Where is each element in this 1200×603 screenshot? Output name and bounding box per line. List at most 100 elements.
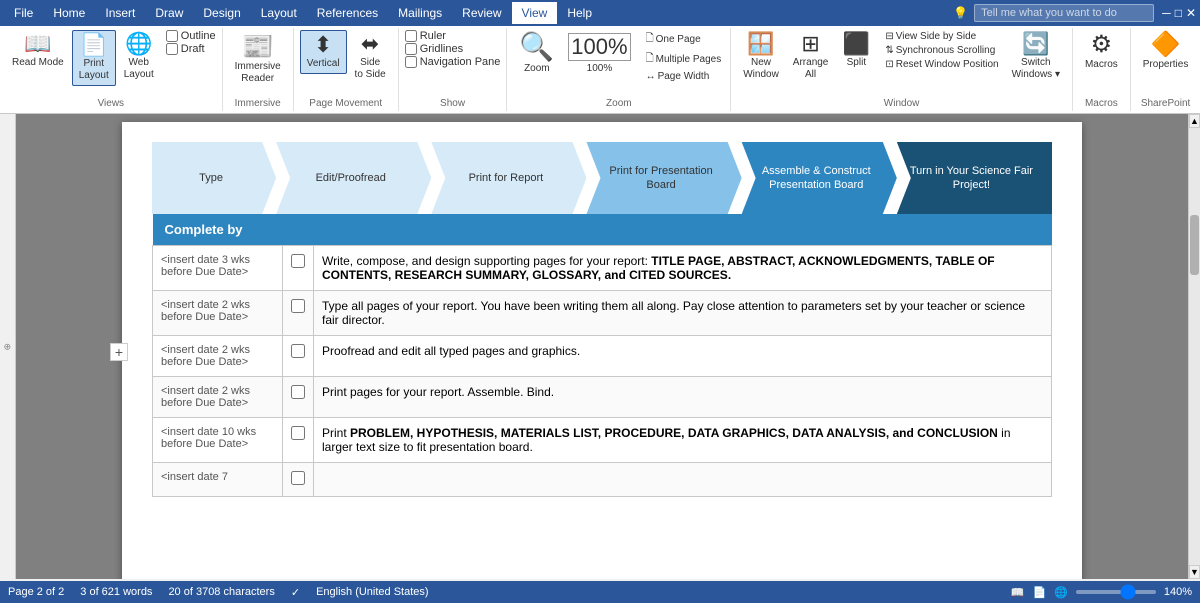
zoom-100-icon: 100% [568,33,630,61]
one-page-button[interactable]: 🗋 One Page [643,30,725,49]
checkbox-5[interactable] [291,426,305,440]
check-cell-3[interactable] [283,336,314,377]
macros-button[interactable]: ⚙ Macros [1079,30,1124,74]
tab-layout[interactable]: Layout [251,2,307,24]
zoom-slider[interactable] [1076,590,1156,594]
ribbon-group-page-movement: ⬍ Vertical ⬌ Sideto Side Page Movement [294,28,399,111]
multiple-pages-button[interactable]: 🗋 Multiple Pages [643,50,725,69]
ruler-check[interactable]: Ruler [405,30,501,42]
read-mode-button[interactable]: 📖 Read Mode [6,30,70,72]
sharepoint-group-label: SharePoint [1141,96,1190,109]
reset-window-button[interactable]: ⊡ Reset Window Position [882,58,1001,71]
print-layout-button[interactable]: 📄 PrintLayout [72,30,116,86]
restore-icon[interactable]: □ [1175,6,1182,20]
checkbox-4[interactable] [291,385,305,399]
tab-insert[interactable]: Insert [95,2,145,24]
content-cell-6 [314,463,1052,497]
ribbon-search-area: 💡 [953,4,1154,22]
draft-check[interactable]: Draft [166,43,216,55]
tab-design[interactable]: Design [193,2,250,24]
arrange-all-button[interactable]: ⊞ ArrangeAll [787,30,835,84]
navigation-pane-check[interactable]: Navigation Pane [405,56,501,68]
minimize-icon[interactable]: ─ [1162,6,1171,20]
zoom-100-button[interactable]: 100% 100% [562,30,636,78]
arrange-all-icon: ⊞ [801,33,819,55]
page-count: Page 2 of 2 [8,586,64,599]
page-width-button[interactable]: ↔ Page Width [643,70,725,83]
tab-home[interactable]: Home [43,2,95,24]
new-window-button[interactable]: 🪟 NewWindow [737,30,785,84]
check-cell-5[interactable] [283,418,314,463]
char-count: 20 of 3708 characters [168,586,274,599]
properties-icon: 🔶 [1151,33,1181,57]
scroll-track[interactable] [1189,128,1200,565]
one-page-icon: 🗋 [646,31,654,48]
side-to-side-button[interactable]: ⬌ Sideto Side [349,30,392,84]
scroll-thumb[interactable] [1190,215,1199,275]
check-cell-2[interactable] [283,291,314,336]
vertical-button[interactable]: ⬍ Vertical [300,30,347,74]
split-button[interactable]: ⬛ Split [836,30,876,72]
window-group-label: Window [884,96,920,109]
check-cell-6[interactable] [283,463,314,497]
new-window-icon: 🪟 [747,33,774,55]
immersive-reader-label: ImmersiveReader [235,61,281,85]
view-mode-web-icon[interactable]: 🌐 [1054,586,1068,599]
check-cell-1[interactable] [283,246,314,291]
web-layout-button[interactable]: 🌐 WebLayout [118,30,160,84]
switch-windows-button[interactable]: 🔄 SwitchWindows ▾ [1006,30,1066,84]
table-row: <insert date 3 wks before Due Date> Writ… [153,246,1052,291]
table-row: <insert date 7 [153,463,1052,497]
zoom-button[interactable]: 🔍 Zoom [513,30,560,78]
properties-button[interactable]: 🔶 Properties [1137,30,1195,74]
table-row: <insert date 10 wks before Due Date> Pri… [153,418,1052,463]
scroll-down-arrow[interactable]: ▼ [1189,565,1200,579]
vertical-scrollbar[interactable]: ▲ ▼ [1188,114,1200,579]
step-assemble: Assemble & Construct Presentation Board [742,142,897,214]
macros-icon: ⚙ [1091,33,1113,57]
side-by-side-icon: ⊟ [885,31,893,42]
content-cell-1: Write, compose, and design supporting pa… [314,246,1052,291]
date-cell-2: <insert date 2 wks before Due Date> [153,291,283,336]
print-layout-icon: 📄 [80,34,107,56]
table-row: <insert date 2 wks before Due Date> Type… [153,291,1052,336]
gridlines-check[interactable]: Gridlines [405,43,501,55]
tab-draw[interactable]: Draw [145,2,193,24]
add-row-button[interactable]: + [110,343,128,361]
checkbox-6[interactable] [291,471,305,485]
arrange-all-label: ArrangeAll [793,57,829,81]
tab-references[interactable]: References [307,2,388,24]
immersive-group-label: Immersive [235,96,281,109]
synchronous-scrolling-button[interactable]: ⇅ Synchronous Scrolling [882,44,1001,57]
tab-review[interactable]: Review [452,2,511,24]
macros-group-label: Macros [1085,96,1118,109]
page-width-icon: ↔ [646,71,656,82]
side-to-side-label: Sideto Side [355,57,386,81]
immersive-reader-button[interactable]: 📰 ImmersiveReader [229,30,287,88]
view-mode-read-icon[interactable]: 📖 [1011,586,1025,599]
search-input[interactable] [974,4,1154,22]
date-cell-4: <insert date 2 wks before Due Date> [153,377,283,418]
checkbox-3[interactable] [291,344,305,358]
views-group-label: Views [98,96,125,109]
step-turn-in: Turn in Your Science Fair Project! [897,142,1052,214]
close-icon[interactable]: ✕ [1186,6,1196,20]
split-icon: ⬛ [843,33,870,55]
checklist-table: Complete by <insert date 3 wks before Du… [152,214,1052,497]
sync-scroll-icon: ⇅ [885,45,893,56]
lightbulb-icon: 💡 [953,6,968,20]
vertical-icon: ⬍ [314,34,332,56]
view-side-by-side-button[interactable]: ⊟ View Side by Side [882,30,1001,43]
checkbox-2[interactable] [291,299,305,313]
view-mode-print-icon[interactable]: 📄 [1032,586,1046,599]
tab-file[interactable]: File [4,2,43,24]
tab-view[interactable]: View [512,2,558,24]
outline-check[interactable]: Outline [166,30,216,42]
check-cell-4[interactable] [283,377,314,418]
scroll-up-arrow[interactable]: ▲ [1189,114,1200,128]
zoom-group-label: Zoom [606,96,632,109]
tab-mailings[interactable]: Mailings [388,2,452,24]
tab-help[interactable]: Help [557,2,602,24]
checkbox-1[interactable] [291,254,305,268]
macros-label: Macros [1085,59,1118,71]
